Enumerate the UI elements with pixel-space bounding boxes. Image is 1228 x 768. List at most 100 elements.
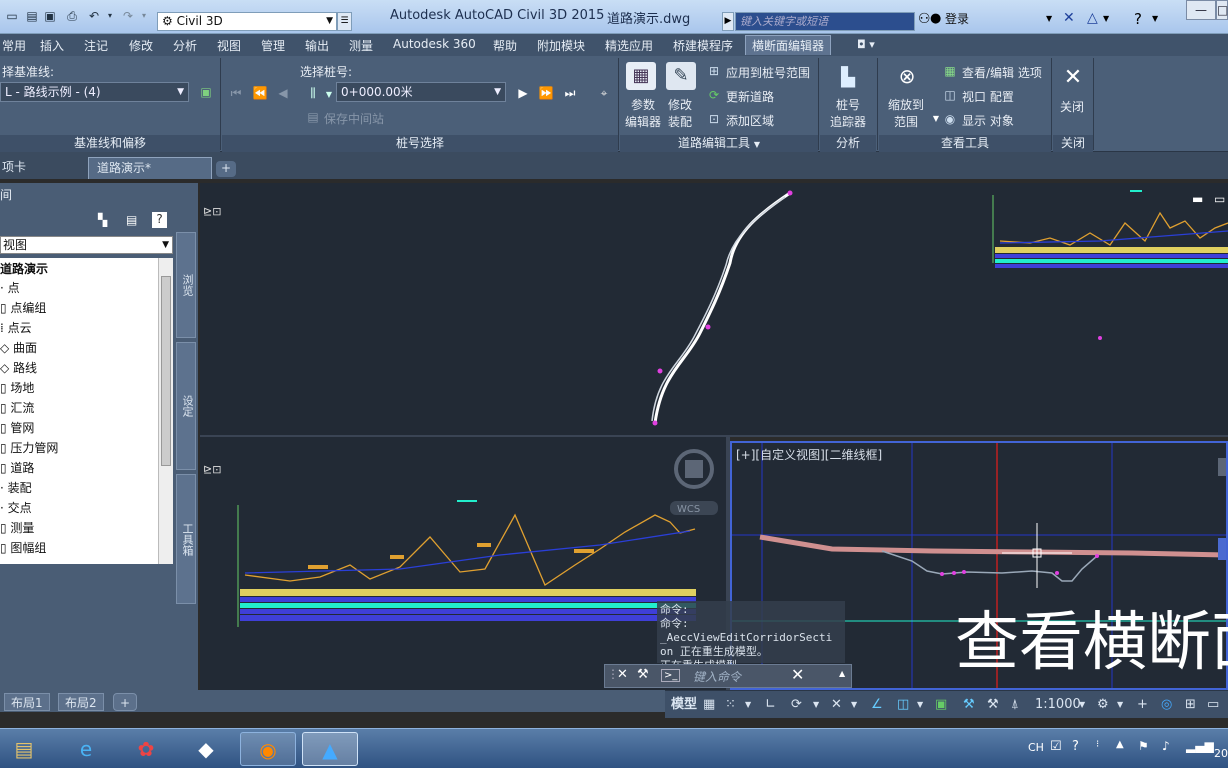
tree-item-view-frame-groups[interactable]: ▯ 图幅组 (0, 539, 46, 558)
tree-item-surfaces[interactable]: ◇ 曲面 (0, 339, 37, 358)
language-indicator[interactable]: CH (1028, 741, 1044, 754)
tab-view[interactable]: 视图 (217, 37, 241, 54)
last-station-icon[interactable]: ⏭ (562, 85, 578, 101)
panel-title-tools[interactable]: 道路编辑工具 ▼ (620, 135, 818, 152)
gear-icon[interactable]: ⚙ (1097, 695, 1109, 715)
prev-station-icon[interactable]: ◀ (275, 85, 291, 101)
scrollbar-thumb[interactable] (161, 276, 171, 466)
tab-annotate[interactable]: 注记 (84, 37, 108, 54)
close-icon[interactable]: ✕ (617, 667, 628, 682)
tab-help[interactable]: 帮助 (493, 37, 517, 54)
grid-icon[interactable]: ▦ (703, 695, 715, 715)
tab-analyze[interactable]: 分析 (173, 37, 197, 54)
signin-dropdown-icon[interactable]: ▼ (1046, 14, 1052, 23)
exchange-icon[interactable]: ✕ (1063, 10, 1075, 26)
ime-icon[interactable]: ☑ (1050, 739, 1062, 754)
tree-item-corridors[interactable]: ▯ 道路 (0, 459, 34, 478)
tab-document[interactable]: 道路演示* (88, 157, 212, 179)
viewport-plan[interactable]: ⊵⊡ ▬ ▭ (200, 183, 1228, 435)
action-center-icon[interactable]: ⚑ (1138, 739, 1149, 753)
viewport-minimize-icon[interactable]: ▬ (1192, 192, 1203, 206)
paint-icon[interactable]: ✿ (118, 732, 174, 766)
selection-cycling-icon[interactable]: ▣ (935, 695, 947, 715)
new-layout-button[interactable]: + (113, 693, 138, 711)
show-objects-button[interactable]: 显示 对象 (962, 112, 1014, 129)
tree-item-survey[interactable]: ▯ 测量 (0, 519, 34, 538)
annotation-visibility-icon[interactable]: ⚒ (963, 695, 975, 715)
tree-item-catchments[interactable]: ▯ 汇流 (0, 399, 34, 418)
tab-manage[interactable]: 管理 (261, 37, 285, 54)
auto-scale-icon[interactable]: ⚒ (987, 695, 999, 715)
qa-open-folder-icon[interactable]: ▤ (24, 9, 40, 23)
tab-section-editor[interactable]: 横断面编辑器 (745, 35, 832, 55)
object-snap-icon[interactable]: ∠ (871, 695, 883, 715)
chevron-down-icon[interactable]: ▼ (813, 695, 819, 715)
tree-item-root[interactable]: 道路演示 (0, 260, 48, 279)
snap-icon[interactable]: ⁙ (725, 695, 736, 715)
side-tab-prospector[interactable]: 浏览 (176, 232, 196, 338)
update-corridor-button[interactable]: 更新道路 (726, 88, 774, 105)
tab-layout-2[interactable]: 布局2 (58, 693, 104, 711)
toolspace-table-icon[interactable]: ▤ (126, 213, 137, 227)
station-list-icon[interactable]: ⫼ (305, 85, 321, 101)
isodraft-icon[interactable]: ✕ (831, 695, 842, 715)
a360-dropdown-icon[interactable]: ▼ (1103, 14, 1109, 23)
qa-save-icon[interactable]: ▣ (42, 9, 58, 23)
tree-item-assemblies[interactable]: · 装配 (0, 479, 32, 498)
network-icon[interactable]: ▂▄▆ (1186, 739, 1214, 753)
first-station-icon[interactable]: ⏮ (228, 85, 244, 101)
viewcube-face[interactable] (1218, 458, 1228, 476)
chevron-down-icon[interactable]: ▼ (1079, 695, 1085, 715)
qa-customize-button[interactable]: ☰ (337, 12, 352, 31)
media-app-icon[interactable]: ◆ (178, 732, 234, 766)
help-icon[interactable]: ? (1134, 10, 1142, 28)
chevron-down-icon[interactable]: ▼ (1117, 695, 1123, 715)
tree-item-intersections[interactable]: · 交点 (0, 499, 32, 518)
file-explorer-icon[interactable]: ▤ (0, 732, 52, 766)
qa-undo-dropdown-icon[interactable]: ▾ (102, 9, 118, 23)
zoom-extents-button[interactable]: 缩放到 范围 (888, 97, 924, 131)
close-icon[interactable]: ✕ (1058, 64, 1088, 92)
viewport-config-button[interactable]: 视口 配置 (962, 88, 1014, 105)
command-prompt-icon[interactable]: >_ (661, 669, 681, 682)
station-list-dropdown-icon[interactable]: ▼ (321, 87, 337, 103)
next-frequency-icon[interactable]: ⏩ (538, 85, 554, 101)
workspace-select[interactable]: ⚙ Civil 3D ▼ (157, 12, 337, 31)
ime-settings-icon[interactable]: ⁝ (1096, 739, 1099, 750)
modify-assembly-icon[interactable]: ✎ (666, 62, 696, 90)
a360-icon[interactable]: △ (1087, 10, 1098, 26)
maximize-button[interactable]: □ (1216, 0, 1228, 20)
tab-survey[interactable]: 测量 (349, 37, 373, 54)
palette-view-select[interactable]: 视图 ▼ (0, 236, 173, 254)
tree-item-point-groups[interactable]: ▯ 点编组 (0, 299, 46, 318)
internet-explorer-icon[interactable]: e (58, 732, 114, 766)
parameter-editor-button[interactable]: 参数 编辑器 (625, 97, 661, 131)
tab-bridge-modeler[interactable]: 桥建模程序 (673, 37, 733, 54)
tab-featured-apps[interactable]: 精选应用 (605, 37, 653, 54)
tree-item-pressure-networks[interactable]: ▯ 压力管网 (0, 439, 58, 458)
search-expand-icon[interactable]: ▶ (722, 12, 734, 31)
tree-item-pipe-networks[interactable]: ▯ 管网 (0, 419, 34, 438)
close-icon[interactable]: ✕ (791, 665, 804, 684)
help-dropdown-icon[interactable]: ▼ (1152, 14, 1158, 23)
wrench-icon[interactable]: ⚒ (637, 667, 649, 682)
isolate-objects-icon[interactable]: ◎ (1161, 695, 1172, 715)
station-tracker-icon[interactable]: ▙ (833, 64, 863, 92)
modify-assembly-button[interactable]: 修改 装配 (668, 97, 692, 131)
chevron-up-icon[interactable]: ▲ (839, 669, 845, 678)
annotation-icon[interactable]: ⍋ (1011, 695, 1019, 715)
volume-icon[interactable]: ♪ (1162, 739, 1170, 753)
clock[interactable]: 20 (1214, 747, 1228, 760)
add-region-button[interactable]: 添加区域 (726, 112, 774, 129)
model-space-button[interactable]: 模型 (671, 695, 697, 715)
chevron-down-icon[interactable]: ▼ (745, 695, 751, 715)
clean-screen-icon[interactable]: ▭ (1207, 695, 1219, 715)
new-tab-button[interactable]: + (216, 161, 237, 177)
qa-redo-icon[interactable]: ↷ (120, 9, 136, 23)
next-station-icon[interactable]: ▶ (515, 85, 531, 101)
zoom-extents-icon[interactable]: ⊗ (892, 62, 922, 90)
baseline-select[interactable]: L - 路线示例 - (4) ▼ (0, 82, 189, 102)
tree-item-alignments[interactable]: ◇ 路线 (0, 359, 37, 378)
civil3d-taskbar-icon[interactable]: ▲ (302, 732, 358, 766)
tab-start[interactable]: 项卡 (0, 157, 34, 179)
